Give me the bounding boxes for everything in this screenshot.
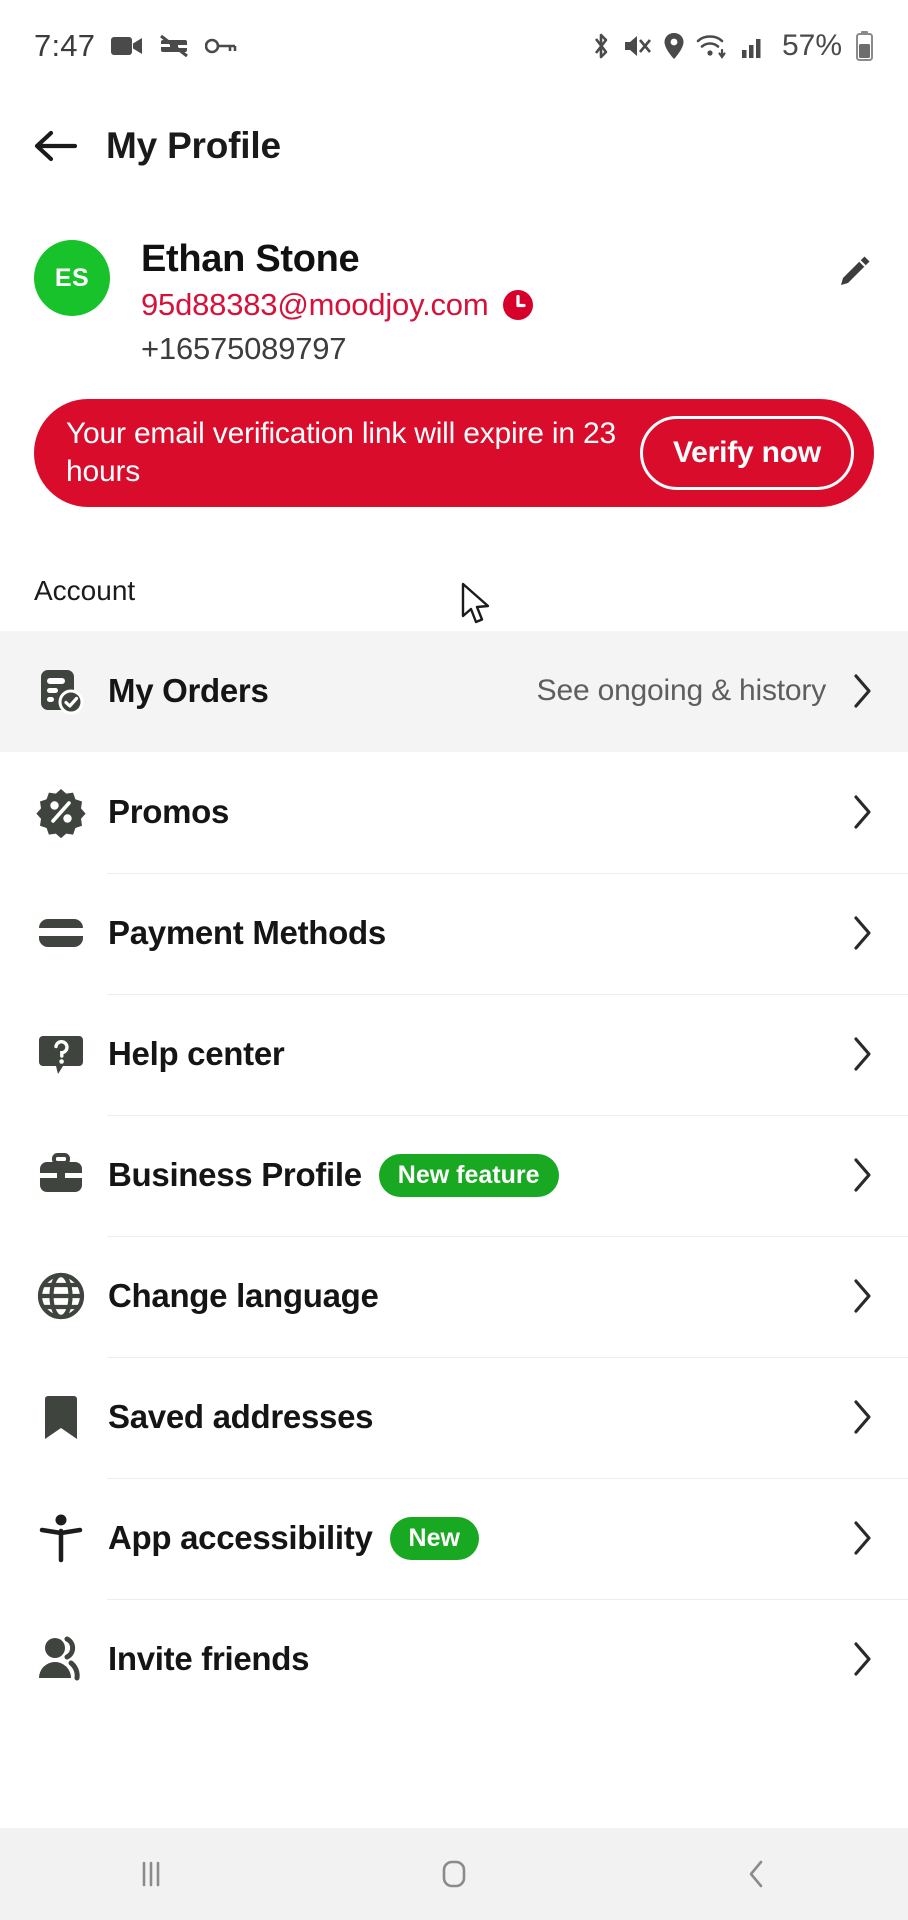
page-title: My Profile	[106, 125, 281, 166]
menu-item-promos[interactable]: Promos	[0, 751, 908, 873]
verification-banner-text: Your email verification link will expire…	[66, 417, 616, 488]
accessibility-icon	[34, 1511, 88, 1565]
bookmark-icon	[34, 1390, 88, 1444]
profile-header: ES Ethan Stone 95d88383@moodjoy.com +165…	[0, 200, 908, 367]
receipt-check-icon	[34, 664, 88, 718]
back-icon	[749, 1860, 762, 1888]
menu-item-help-center[interactable]: Help center	[0, 993, 908, 1115]
status-bar-right: 57%	[591, 29, 874, 63]
chevron-right-icon	[854, 795, 871, 829]
new-badge: New	[389, 1516, 479, 1560]
menu-item-label: Invite friends	[108, 1640, 310, 1678]
back-arrow-icon[interactable]	[34, 129, 78, 163]
profile-phone: +16575089797	[141, 330, 347, 366]
app-bar: My Profile	[0, 92, 908, 200]
bluetooth-icon	[594, 33, 608, 59]
recents-icon	[143, 1861, 160, 1887]
discount-percent-icon	[34, 785, 88, 839]
chevron-right-icon	[854, 1037, 871, 1071]
status-bar: 7:47 57%	[0, 0, 908, 92]
profile-email: 95d88383@moodjoy.com	[141, 286, 489, 322]
section-title-account: Account	[34, 574, 136, 606]
profile-screen: 7:47 57% My Profile ES Ethan Stone 95d88…	[0, 0, 908, 1920]
menu-item-my-orders[interactable]: My Orders See ongoing & history	[0, 630, 908, 752]
clock-icon	[503, 289, 534, 320]
menu-item-label: Saved addresses	[108, 1398, 374, 1436]
menu-item-saved-addresses[interactable]: Saved addresses	[0, 1356, 908, 1478]
people-icon	[34, 1632, 88, 1686]
avatar-initials: ES	[54, 263, 90, 292]
chevron-right-icon	[854, 1158, 871, 1192]
chevron-right-icon	[854, 1642, 871, 1676]
verification-banner: Your email verification link will expire…	[34, 398, 874, 507]
android-nav-bar	[0, 1828, 908, 1920]
chevron-right-icon	[854, 1279, 871, 1313]
verification-banner-container: Your email verification link will expire…	[0, 367, 908, 507]
menu-item-business-profile[interactable]: Business Profile New feature	[0, 1114, 908, 1236]
home-icon	[442, 1860, 466, 1888]
back-button[interactable]	[605, 1828, 908, 1920]
edit-profile-button[interactable]	[834, 252, 874, 295]
briefcase-icon	[34, 1148, 88, 1202]
profile-info: Ethan Stone 95d88383@moodjoy.com +165750…	[141, 238, 824, 367]
menu-item-label: My Orders	[108, 672, 269, 710]
menu-item-app-accessibility[interactable]: App accessibility New	[0, 1477, 908, 1599]
avatar: ES	[34, 240, 110, 316]
location-icon	[664, 33, 684, 59]
home-button[interactable]	[303, 1828, 606, 1920]
chevron-right-icon	[854, 916, 871, 950]
status-bar-left: 7:47	[34, 28, 237, 64]
menu-item-label: Promos	[108, 793, 230, 831]
new-feature-badge: New feature	[378, 1153, 559, 1197]
credit-card-icon	[34, 906, 88, 960]
account-menu-list: My Orders See ongoing & history Promos P…	[0, 630, 908, 1828]
cellular-signal-icon	[741, 39, 761, 58]
chevron-right-icon	[854, 1400, 871, 1434]
chevron-right-icon	[854, 1521, 871, 1555]
menu-item-label: Change language	[108, 1277, 379, 1315]
menu-item-label: Help center	[108, 1035, 285, 1073]
menu-item-payment-methods[interactable]: Payment Methods	[0, 872, 908, 994]
menu-item-label: Payment Methods	[108, 914, 386, 952]
mute-icon	[624, 36, 651, 56]
menu-item-invite-friends[interactable]: Invite friends	[0, 1598, 908, 1720]
menu-item-label: App accessibility	[108, 1519, 373, 1557]
profile-name: Ethan Stone	[141, 238, 360, 280]
wifi-icon	[696, 35, 726, 59]
recents-button[interactable]	[0, 1828, 303, 1920]
chevron-right-icon	[854, 674, 871, 708]
key-icon	[205, 38, 237, 54]
globe-icon	[34, 1269, 88, 1323]
battery-percent: 57%	[781, 29, 842, 62]
pencil-icon	[841, 256, 870, 285]
video-camera-icon	[111, 37, 143, 55]
profile-email-row: 95d88383@moodjoy.com	[141, 287, 824, 323]
question-bubble-icon	[34, 1027, 88, 1081]
menu-item-label: Business Profile	[108, 1156, 362, 1194]
menu-item-subtitle: See ongoing & history	[536, 674, 827, 708]
status-time: 7:47	[34, 28, 96, 63]
verify-now-button[interactable]: Verify now	[639, 415, 854, 490]
menu-item-change-language[interactable]: Change language	[0, 1235, 908, 1357]
battery-icon	[856, 31, 873, 61]
no-screenshot-icon	[160, 34, 189, 58]
